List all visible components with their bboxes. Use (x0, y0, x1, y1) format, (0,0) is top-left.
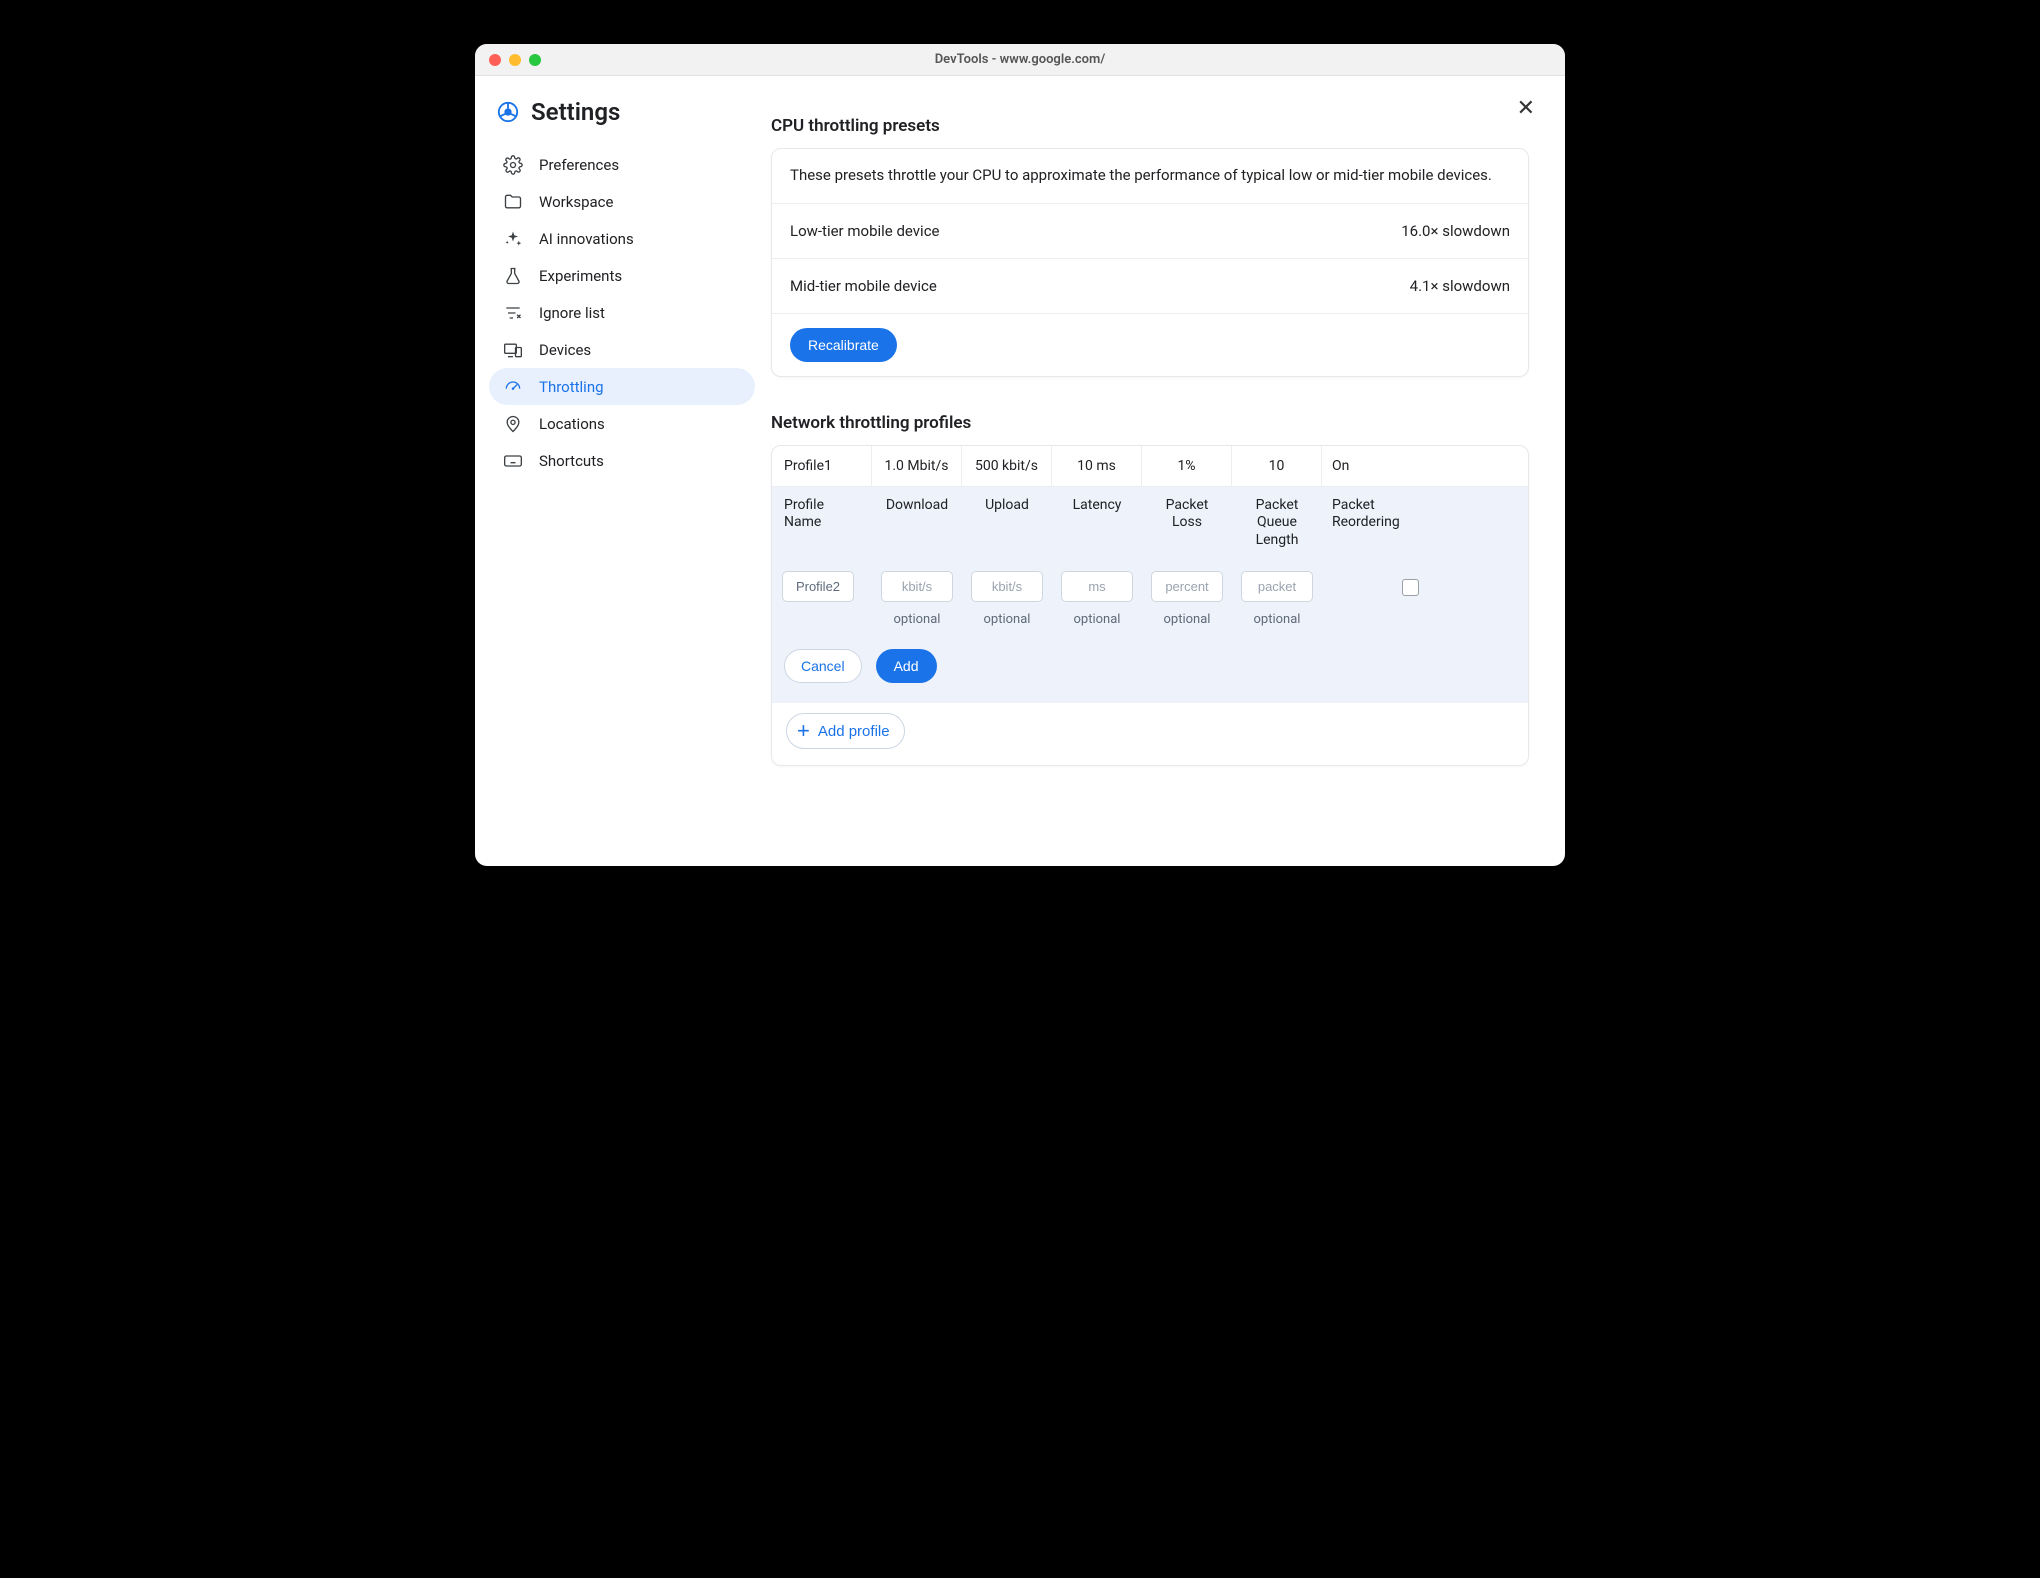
queue-length-input[interactable] (1241, 571, 1313, 602)
cpu-presets-description: These presets throttle your CPU to appro… (772, 149, 1528, 204)
sidebar-item-locations[interactable]: Locations (489, 405, 755, 442)
page-title: Settings (531, 98, 620, 126)
cpu-section-title: CPU throttling presets (771, 116, 1529, 136)
devices-icon (503, 340, 523, 360)
add-button[interactable]: Add (876, 649, 937, 683)
flask-icon (503, 266, 523, 286)
editor-inputs (772, 559, 1528, 606)
download-input[interactable] (881, 571, 953, 602)
sidebar-item-label: Preferences (539, 156, 619, 174)
add-profile-button[interactable]: + Add profile (786, 713, 905, 749)
profile-upload-cell: 500 kbit/s (962, 446, 1052, 486)
profile-queue-length-cell: 10 (1232, 446, 1322, 486)
sidebar-item-experiments[interactable]: Experiments (489, 257, 755, 294)
cpu-preset-value: 16.0× slowdown (1401, 222, 1510, 240)
optional-label: optional (1052, 606, 1142, 627)
sidebar-item-throttling[interactable]: Throttling (489, 368, 755, 405)
plus-icon: + (797, 720, 810, 742)
optional-label: optional (1142, 606, 1232, 627)
optional-label: optional (872, 606, 962, 627)
profile-latency-cell: 10 ms (1052, 446, 1142, 486)
network-section-title: Network throttling profiles (771, 413, 1529, 433)
window-minimize-icon[interactable] (509, 54, 521, 66)
pin-icon (503, 414, 523, 434)
gear-icon (503, 155, 523, 175)
profile-download-cell: 1.0 Mbit/s (872, 446, 962, 486)
editor-actions: Cancel Add (772, 627, 1528, 683)
cancel-button[interactable]: Cancel (784, 649, 862, 683)
header-packet-loss: Packet Loss (1142, 487, 1232, 560)
packet-loss-input[interactable] (1151, 571, 1223, 602)
add-profile-label: Add profile (818, 723, 890, 740)
settings-header: Settings (489, 98, 755, 140)
main-content: CPU throttling presets These presets thr… (765, 76, 1565, 866)
optional-labels: optional optional optional optional opti… (772, 606, 1528, 627)
sidebar-item-ignore-list[interactable]: Ignore list (489, 294, 755, 331)
sidebar-item-label: Ignore list (539, 304, 605, 322)
close-icon[interactable]: ✕ (1517, 98, 1535, 120)
optional-label: optional (962, 606, 1052, 627)
header-reordering: Packet Reordering (1322, 487, 1452, 560)
sidebar-item-label: Devices (539, 341, 591, 359)
speedometer-icon (503, 377, 523, 397)
network-profiles-card: Profile1 1.0 Mbit/s 500 kbit/s 10 ms 1% … (771, 445, 1529, 767)
sidebar-item-label: Shortcuts (539, 452, 604, 470)
reordering-checkbox[interactable] (1402, 579, 1419, 596)
optional-label: optional (1232, 606, 1322, 627)
sidebar-item-workspace[interactable]: Workspace (489, 183, 755, 220)
folder-icon (503, 192, 523, 212)
network-profile-editor: Profile Name Download Upload Latency Pac… (772, 487, 1528, 704)
window-zoom-icon[interactable] (529, 54, 541, 66)
sidebar-item-label: Locations (539, 415, 605, 433)
profile-name-input[interactable] (782, 571, 854, 602)
upload-input[interactable] (971, 571, 1043, 602)
chromium-logo-icon (497, 101, 519, 123)
cpu-preset-value: 4.1× slowdown (1410, 277, 1510, 295)
window: DevTools - www.google.com/ ✕ Settings Pr… (475, 44, 1565, 866)
keyboard-icon (503, 451, 523, 471)
header-latency: Latency (1052, 487, 1142, 560)
sidebar-item-devices[interactable]: Devices (489, 331, 755, 368)
traffic-lights (489, 54, 541, 66)
recalibrate-button[interactable]: Recalibrate (790, 328, 897, 362)
window-title: DevTools - www.google.com/ (475, 52, 1565, 67)
sidebar-item-shortcuts[interactable]: Shortcuts (489, 442, 755, 479)
sidebar-item-ai-innovations[interactable]: AI innovations (489, 220, 755, 257)
sidebar-item-preferences[interactable]: Preferences (489, 146, 755, 183)
profile-packet-loss-cell: 1% (1142, 446, 1232, 486)
titlebar: DevTools - www.google.com/ (475, 44, 1565, 76)
latency-input[interactable] (1061, 571, 1133, 602)
sidebar-item-label: Workspace (539, 193, 613, 211)
sparkle-icon (503, 229, 523, 249)
sidebar-item-label: Experiments (539, 267, 622, 285)
window-close-icon[interactable] (489, 54, 501, 66)
header-profile-name: Profile Name (772, 487, 872, 560)
header-queue-length: Packet Queue Length (1232, 487, 1322, 560)
cpu-preset-row: Low-tier mobile device 16.0× slowdown (772, 204, 1528, 259)
sidebar: Settings Preferences Workspace AI innova… (475, 76, 765, 866)
network-profile-row[interactable]: Profile1 1.0 Mbit/s 500 kbit/s 10 ms 1% … (772, 446, 1528, 487)
profile-reordering-cell: On (1322, 446, 1452, 486)
cpu-card-footer: Recalibrate (772, 314, 1528, 376)
add-profile-bar: + Add profile (772, 703, 1528, 765)
sidebar-item-label: AI innovations (539, 230, 634, 248)
cpu-preset-row: Mid-tier mobile device 4.1× slowdown (772, 259, 1528, 314)
sidebar-list: Preferences Workspace AI innovations Exp… (489, 146, 755, 479)
profile-name-cell: Profile1 (772, 446, 872, 486)
header-download: Download (872, 487, 962, 560)
cpu-presets-card: These presets throttle your CPU to appro… (771, 148, 1529, 377)
sidebar-item-label: Throttling (539, 378, 604, 396)
header-upload: Upload (962, 487, 1052, 560)
editor-headers: Profile Name Download Upload Latency Pac… (772, 487, 1528, 560)
cpu-preset-name: Mid-tier mobile device (790, 277, 937, 295)
cpu-preset-name: Low-tier mobile device (790, 222, 940, 240)
filter-minus-icon (503, 303, 523, 323)
